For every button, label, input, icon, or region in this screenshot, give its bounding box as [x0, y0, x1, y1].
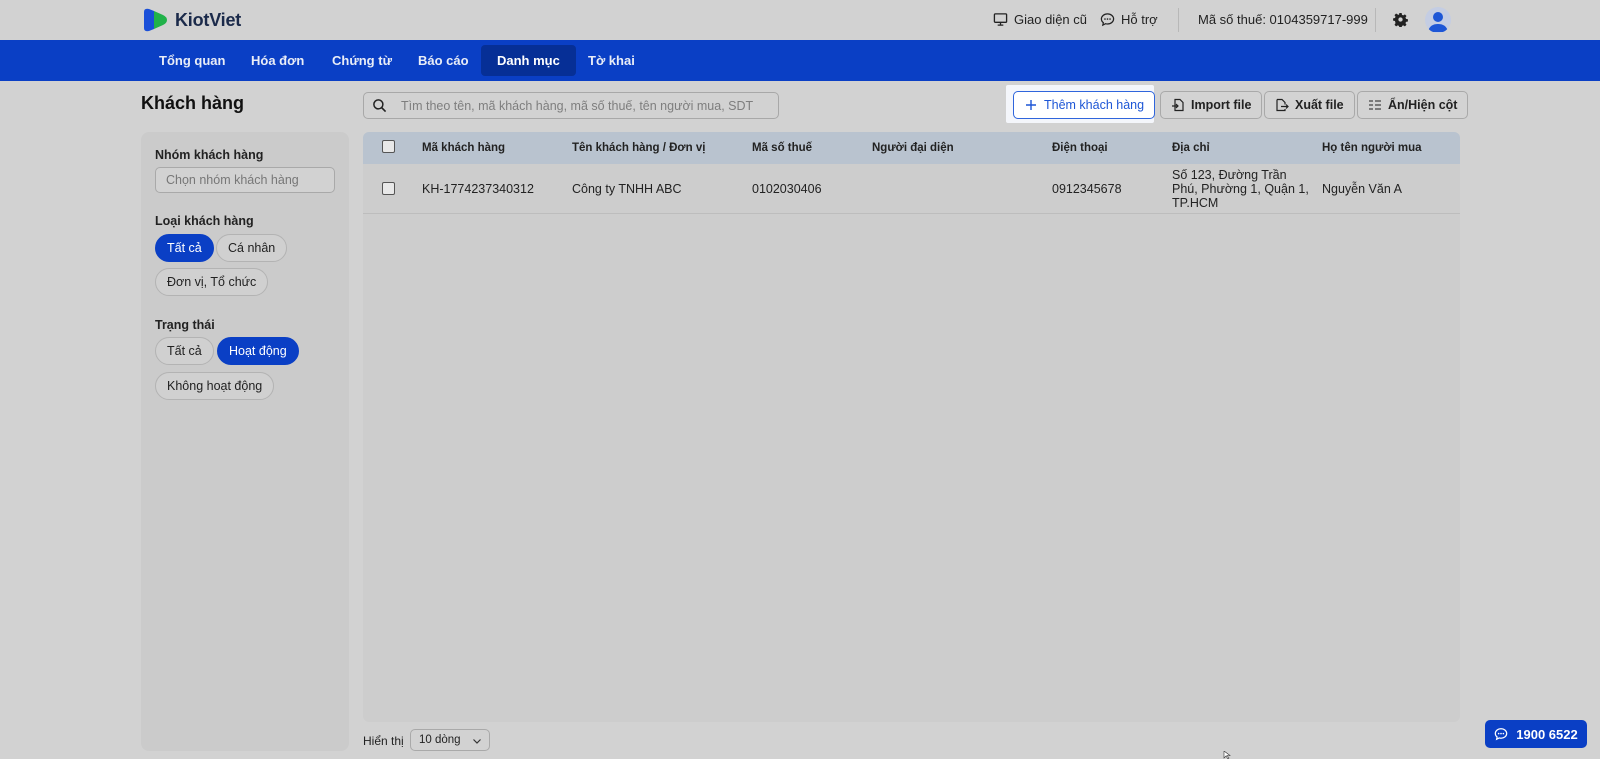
logo-text: KiotViet — [175, 9, 242, 30]
address-line: TP.HCM — [1172, 196, 1219, 210]
columns-icon — [1369, 100, 1381, 110]
export-file-button[interactable]: Xuất file — [1264, 91, 1355, 119]
chevron-down-icon — [473, 739, 481, 744]
table-row[interactable]: KH-1774237340312 Công ty TNHH ABC 010203… — [363, 164, 1460, 214]
customer-table: Mã khách hàng Tên khách hàng / Đơn vị Mã… — [363, 132, 1460, 722]
toggle-columns-label: Ẩn/Hiện cột — [1388, 98, 1458, 112]
tax-code-label: Mã số thuế: 0104359717-999 — [1198, 12, 1368, 27]
cell-name: Công ty TNHH ABC — [572, 182, 682, 196]
cell-buyer: Nguyễn Văn A — [1322, 182, 1402, 196]
hotline-button[interactable]: 1900 6522 — [1485, 720, 1587, 748]
group-filter-label: Nhóm khách hàng — [155, 148, 264, 162]
header-divider — [1375, 8, 1376, 32]
kiotviet-logo[interactable]: KiotViet — [141, 6, 241, 34]
rows-per-page-select[interactable]: 10 dòng — [410, 729, 490, 751]
cell-code: KH-1774237340312 — [422, 182, 534, 196]
group-select-placeholder: Chọn nhóm khách hàng — [166, 173, 299, 187]
logo-icon — [141, 6, 169, 34]
plus-icon — [1026, 100, 1036, 110]
add-customer-button[interactable]: Thêm khách hàng — [1013, 91, 1156, 119]
nav-hoa-don[interactable]: Hóa đơn — [235, 45, 320, 76]
col-header-name[interactable]: Tên khách hàng / Đơn vị — [572, 142, 705, 154]
table-header: Mã khách hàng Tên khách hàng / Đơn vị Mã… — [363, 132, 1460, 164]
status-chip-all[interactable]: Tất cả — [155, 337, 214, 365]
search-box[interactable] — [363, 92, 779, 119]
rows-per-page-label: Hiển thị — [363, 734, 404, 748]
col-header-representative[interactable]: Người đại diện — [872, 142, 954, 154]
top-header: KiotViet Giao diện cũ Hỗ trợ Mã số thuế:… — [0, 0, 1600, 40]
user-avatar[interactable] — [1425, 7, 1451, 33]
mouse-cursor-icon — [1223, 751, 1231, 759]
select-all-checkbox[interactable] — [382, 140, 395, 153]
chat-icon — [1494, 728, 1508, 741]
cell-tax: 0102030406 — [752, 182, 822, 196]
cell-address: Số 123, Đường Trần Phú, Phường 1, Quận 1… — [1172, 168, 1309, 210]
nav-danh-muc[interactable]: Danh mục — [481, 45, 576, 76]
export-file-label: Xuất file — [1295, 98, 1344, 112]
settings-button[interactable] — [1393, 12, 1408, 27]
import-icon — [1172, 98, 1184, 112]
old-ui-link[interactable]: Giao diện cũ — [993, 12, 1087, 27]
type-filter-label: Loại khách hàng — [155, 214, 254, 228]
group-select[interactable]: Chọn nhóm khách hàng — [155, 167, 335, 193]
nav-to-khai[interactable]: Tờ khai — [572, 45, 651, 76]
status-filter-label: Trạng thái — [155, 318, 215, 332]
col-header-address[interactable]: Địa chỉ — [1172, 142, 1210, 154]
nav-tong-quan[interactable]: Tổng quan — [143, 45, 241, 76]
type-chip-all[interactable]: Tất cả — [155, 234, 214, 262]
address-line: Phú, Phường 1, Quận 1, — [1172, 182, 1309, 196]
support-label: Hỗ trợ — [1121, 12, 1158, 27]
old-ui-label: Giao diện cũ — [1014, 12, 1087, 27]
chat-icon — [1100, 13, 1115, 27]
hotline-label: 1900 6522 — [1516, 726, 1578, 742]
cell-phone: 0912345678 — [1052, 182, 1122, 196]
page-title: Khách hàng — [141, 93, 245, 113]
support-link[interactable]: Hỗ trợ — [1100, 12, 1158, 27]
main-nav: Tổng quan Hóa đơn Chứng từ Báo cáo Danh … — [0, 40, 1600, 81]
import-file-label: Import file — [1191, 98, 1252, 112]
monitor-icon — [993, 13, 1008, 26]
search-icon — [373, 99, 387, 113]
nav-chung-tu[interactable]: Chứng từ — [316, 45, 408, 76]
col-header-buyer[interactable]: Họ tên người mua — [1322, 142, 1422, 154]
import-file-button[interactable]: Import file — [1160, 91, 1263, 119]
col-header-phone[interactable]: Điện thoại — [1052, 142, 1108, 154]
search-input[interactable] — [401, 98, 771, 113]
type-chip-organization[interactable]: Đơn vị, Tổ chức — [155, 268, 269, 296]
status-chip-active[interactable]: Hoạt động — [217, 337, 299, 365]
status-chip-inactive[interactable]: Không hoạt động — [155, 372, 275, 400]
col-header-code[interactable]: Mã khách hàng — [422, 142, 505, 154]
toggle-columns-button[interactable]: Ẩn/Hiện cột — [1357, 91, 1469, 119]
nav-bao-cao[interactable]: Báo cáo — [402, 45, 485, 76]
type-chip-individual[interactable]: Cá nhân — [216, 234, 288, 262]
user-icon — [1428, 12, 1448, 32]
row-checkbox[interactable] — [382, 182, 395, 195]
col-header-tax[interactable]: Mã số thuế — [752, 142, 812, 154]
address-line: Số 123, Đường Trần — [1172, 168, 1287, 182]
rows-per-page-value: 10 dòng — [419, 734, 461, 746]
export-icon — [1276, 98, 1289, 112]
header-divider — [1178, 8, 1179, 32]
tax-code: Mã số thuế: 0104359717-999 — [1198, 12, 1368, 27]
gear-icon — [1393, 12, 1408, 27]
add-customer-label: Thêm khách hàng — [1044, 98, 1145, 112]
filter-panel: Nhóm khách hàng Chọn nhóm khách hàng Loạ… — [141, 132, 349, 751]
